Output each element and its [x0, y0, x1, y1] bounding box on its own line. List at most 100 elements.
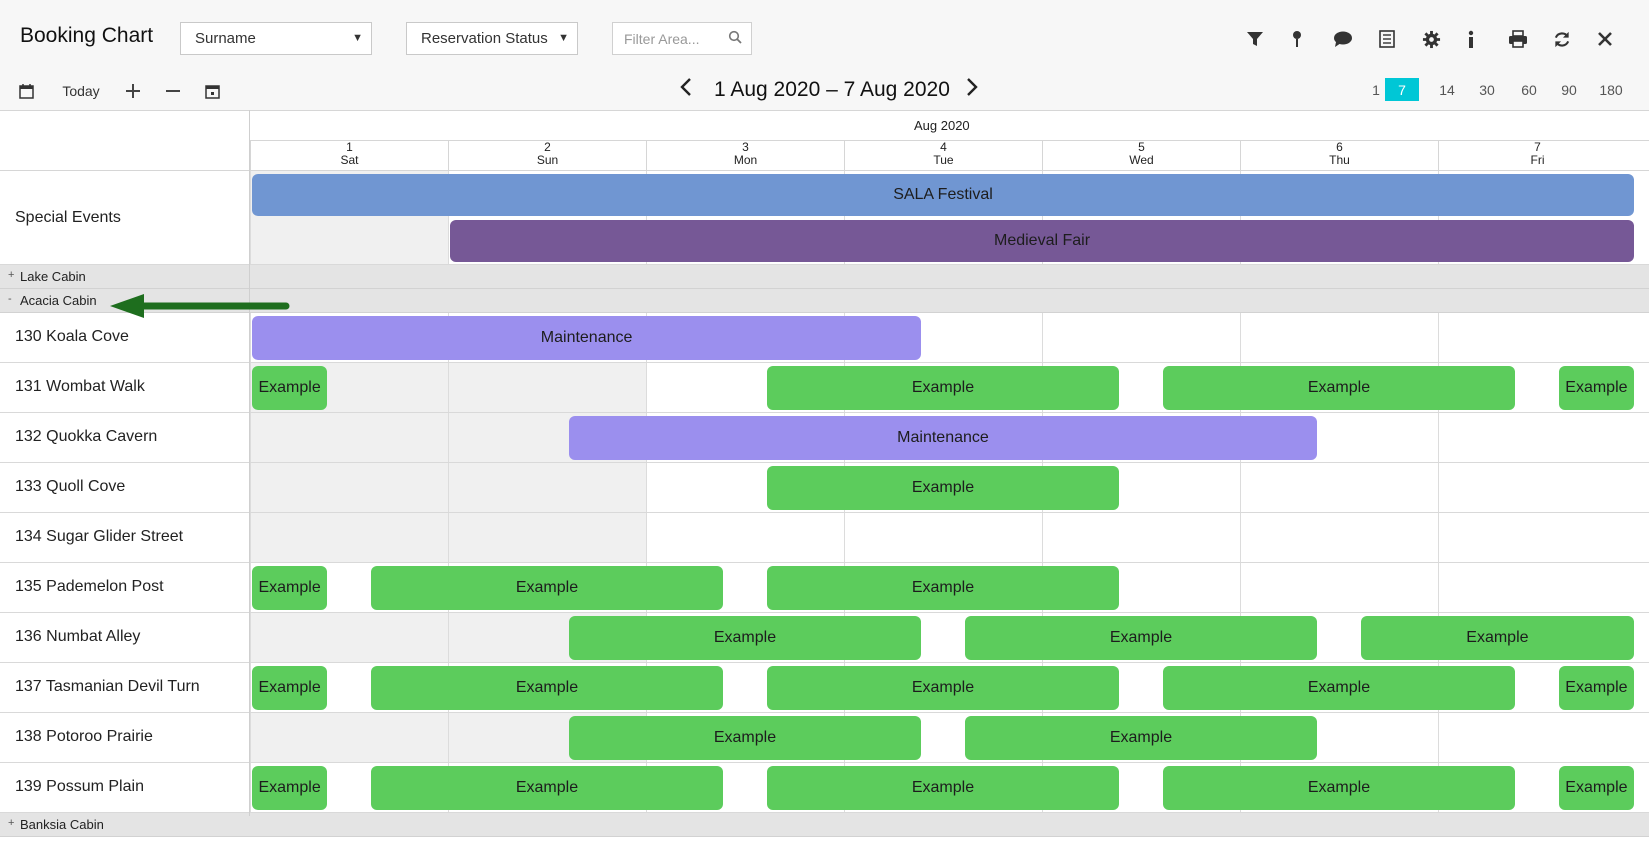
day-cell[interactable]: [448, 363, 646, 412]
refresh-icon[interactable]: [1550, 28, 1574, 50]
day-of-week: Tue: [933, 153, 954, 167]
room-label[interactable]: 139 Possum Plain: [15, 778, 144, 796]
status-select[interactable]: Reservation Status ▼: [406, 22, 578, 55]
maintenance-bar[interactable]: Maintenance: [252, 316, 922, 360]
booking-bar[interactable]: Example: [370, 666, 724, 710]
booking-bar[interactable]: Example: [766, 466, 1120, 510]
room-label[interactable]: 136 Numbat Alley: [15, 628, 140, 646]
booking-bar[interactable]: Example: [370, 766, 724, 810]
room-label[interactable]: 130 Koala Cove: [15, 328, 129, 346]
day-cell[interactable]: [1438, 563, 1636, 612]
room-label[interactable]: 132 Quokka Cavern: [15, 428, 157, 446]
event-bar[interactable]: SALA Festival: [252, 174, 1634, 216]
day-cell[interactable]: [250, 463, 448, 512]
room-label[interactable]: 137 Tasmanian Devil Turn: [15, 678, 200, 696]
zoom-option-180[interactable]: 180: [1594, 78, 1628, 101]
comment-icon[interactable]: [1331, 28, 1355, 50]
day-cell[interactable]: [844, 513, 1042, 562]
event-bar[interactable]: Medieval Fair: [450, 220, 1634, 262]
day-cell[interactable]: [1042, 513, 1240, 562]
maintenance-bar[interactable]: Maintenance: [568, 416, 1318, 460]
booking-bar[interactable]: Example: [964, 616, 1318, 660]
day-cell[interactable]: [1438, 513, 1636, 562]
booking-bar[interactable]: Example: [766, 766, 1120, 810]
room-label[interactable]: 133 Quoll Cove: [15, 478, 125, 496]
group-label: Lake Cabin: [20, 269, 86, 284]
day-cell[interactable]: [1438, 413, 1636, 462]
print-icon[interactable]: [1506, 28, 1530, 50]
zoom-option-30[interactable]: 30: [1470, 78, 1504, 101]
day-of-week: Wed: [1129, 153, 1154, 167]
day-cell[interactable]: [250, 613, 448, 662]
status-select-value: Reservation Status: [421, 30, 548, 47]
calendar-icon[interactable]: [17, 80, 35, 102]
booking-bar[interactable]: Example: [766, 366, 1120, 410]
day-cell[interactable]: [448, 513, 646, 562]
booking-bar[interactable]: Example: [766, 666, 1120, 710]
filter-icon[interactable]: [1243, 28, 1267, 50]
day-cell[interactable]: [646, 513, 844, 562]
info-icon[interactable]: [1459, 28, 1483, 50]
room-row: 137 Tasmanian Devil Turn Example Example Ex…: [0, 663, 1649, 713]
booking-bar[interactable]: Example: [568, 616, 922, 660]
booking-bar[interactable]: Example: [252, 766, 328, 810]
booking-bar[interactable]: Example: [568, 716, 922, 760]
day-cell[interactable]: [1240, 463, 1438, 512]
booking-bar[interactable]: Example: [964, 716, 1318, 760]
pin-icon[interactable]: [1285, 28, 1309, 50]
day-cell[interactable]: [1042, 313, 1240, 362]
group-row[interactable]: + Lake Cabin: [0, 265, 1649, 289]
booking-bar[interactable]: Example: [370, 566, 724, 610]
day-cell[interactable]: [250, 413, 448, 462]
booking-bar[interactable]: Example: [1162, 666, 1516, 710]
day-cell[interactable]: [1438, 713, 1636, 762]
booking-bar[interactable]: Example: [1162, 366, 1516, 410]
zoom-out-icon[interactable]: [164, 80, 182, 102]
sort-select[interactable]: Surname ▼: [180, 22, 372, 55]
room-label[interactable]: 131 Wombat Walk: [15, 378, 145, 396]
next-week-button[interactable]: [966, 78, 978, 102]
day-cell[interactable]: [1240, 513, 1438, 562]
room-row: 139 Possum Plain Example Example Example Exa…: [0, 763, 1649, 813]
group-row[interactable]: + Banksia Cabin: [0, 813, 1649, 837]
day-cell[interactable]: [1240, 313, 1438, 362]
zoom-option-14[interactable]: 14: [1430, 78, 1464, 101]
booking-bar[interactable]: Example: [1162, 766, 1516, 810]
room-label[interactable]: 134 Sugar Glider Street: [15, 528, 183, 546]
zoom-in-icon[interactable]: [124, 80, 142, 102]
search-icon[interactable]: [728, 30, 742, 47]
booking-bar[interactable]: Example: [1558, 766, 1634, 810]
date-picker-icon[interactable]: [203, 80, 221, 102]
booking-bar[interactable]: Example: [766, 566, 1120, 610]
room-row: 131 Wombat Walk Example Example Example Exam…: [0, 363, 1649, 413]
booking-bar[interactable]: Example: [1558, 366, 1634, 410]
zoom-option-60[interactable]: 60: [1512, 78, 1546, 101]
list-icon[interactable]: [1375, 28, 1399, 50]
expand-toggle-icon[interactable]: -: [8, 293, 12, 305]
filter-area-input[interactable]: Filter Area...: [612, 22, 752, 55]
close-icon[interactable]: [1593, 28, 1617, 50]
day-cell[interactable]: [1438, 313, 1636, 362]
day-cell[interactable]: [1240, 563, 1438, 612]
zoom-option-7[interactable]: 7: [1385, 78, 1419, 101]
day-cell[interactable]: [250, 713, 448, 762]
zoom-option-90[interactable]: 90: [1552, 78, 1586, 101]
booking-bar[interactable]: Example: [252, 566, 328, 610]
booking-bar[interactable]: Example: [252, 666, 328, 710]
expand-toggle-icon[interactable]: +: [8, 269, 14, 281]
expand-toggle-icon[interactable]: +: [8, 817, 14, 829]
room-row: 136 Numbat Alley Example Example Example: [0, 613, 1649, 663]
booking-bar[interactable]: Example: [1360, 616, 1634, 660]
booking-bar[interactable]: Example: [252, 366, 328, 410]
room-label[interactable]: 135 Pademelon Post: [15, 578, 164, 596]
gear-icon[interactable]: [1419, 28, 1443, 50]
today-button[interactable]: Today: [60, 80, 102, 102]
day-cell[interactable]: [448, 463, 646, 512]
room-row: 130 Koala Cove Maintenance: [0, 313, 1649, 363]
day-cell[interactable]: [1438, 463, 1636, 512]
booking-bar[interactable]: Example: [1558, 666, 1634, 710]
day-cell[interactable]: [250, 513, 448, 562]
previous-week-button[interactable]: [680, 78, 692, 102]
day-of-week: Thu: [1329, 153, 1350, 167]
room-label[interactable]: 138 Potoroo Prairie: [15, 728, 153, 746]
